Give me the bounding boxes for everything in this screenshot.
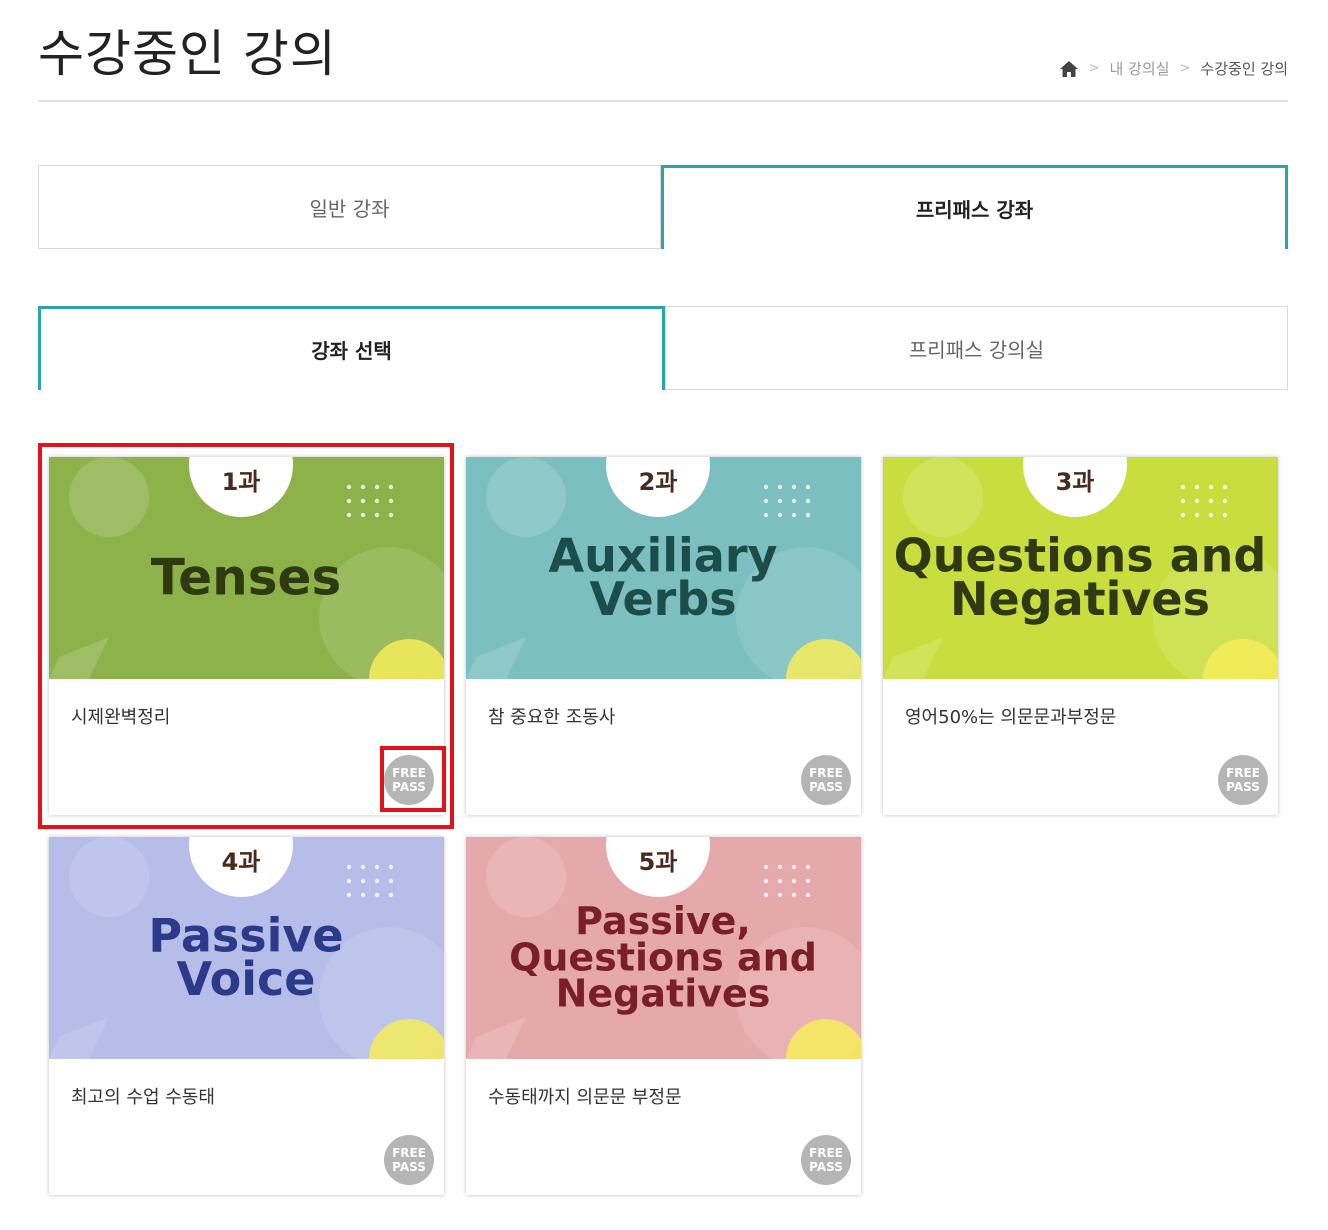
- breadcrumb-my-classroom[interactable]: 내 강의실: [1110, 58, 1170, 79]
- thumbnail-title: Voice: [177, 952, 316, 1006]
- chevron-right-icon: >: [1088, 61, 1100, 76]
- badge-text-top: FREE: [1226, 766, 1260, 780]
- badge-text-top: FREE: [809, 766, 843, 780]
- course-card[interactable]: 1과 Tenses 시제완벽정리 FREE PASS: [49, 457, 444, 815]
- page-title: 수강중인 강의: [38, 25, 337, 83]
- lesson-number: 3과: [1056, 468, 1095, 496]
- course-title[interactable]: 시제완벽정리: [71, 703, 170, 729]
- main-tabs: 일반 강좌 프리패스 강좌: [38, 165, 1288, 249]
- lesson-number: 2과: [639, 468, 678, 496]
- course-thumbnail[interactable]: 5과 Passive, Questions and Negatives: [466, 837, 861, 1059]
- free-pass-badge[interactable]: FREE PASS: [384, 1135, 434, 1185]
- tab-freepass-classroom[interactable]: 프리패스 강의실: [665, 306, 1288, 390]
- chevron-right-icon: >: [1179, 61, 1191, 76]
- lesson-number: 5과: [639, 848, 678, 876]
- home-icon[interactable]: [1059, 60, 1079, 78]
- badge-text-top: FREE: [392, 1146, 426, 1160]
- free-pass-badge[interactable]: FREE PASS: [384, 755, 434, 805]
- free-pass-badge[interactable]: FREE PASS: [801, 755, 851, 805]
- course-card[interactable]: 3과 Questions and Negatives 영어50%는 의문문과부정문 FR…: [883, 457, 1278, 815]
- thumbnail-title: Verbs: [589, 572, 736, 626]
- badge-text-bottom: PASS: [392, 780, 426, 794]
- thumbnail-title: Tenses: [151, 549, 341, 607]
- course-title[interactable]: 수동태까지 의문문 부정문: [488, 1083, 682, 1109]
- badge-text-bottom: PASS: [809, 780, 843, 794]
- course-card[interactable]: 2과 Auxiliary Verbs 참 중요한 조동사 FREE PASS: [466, 457, 861, 815]
- course-thumbnail[interactable]: 1과 Tenses: [49, 457, 444, 679]
- thumbnail-title: Negatives: [556, 971, 771, 1015]
- free-pass-badge[interactable]: FREE PASS: [801, 1135, 851, 1185]
- course-thumbnail[interactable]: 2과 Auxiliary Verbs: [466, 457, 861, 679]
- badge-text-bottom: PASS: [1226, 780, 1260, 794]
- badge-text-bottom: PASS: [392, 1160, 426, 1174]
- course-card[interactable]: 5과 Passive, Questions and Negatives 수동태까지 의문…: [466, 837, 861, 1195]
- lesson-number: 1과: [222, 468, 261, 496]
- course-title[interactable]: 영어50%는 의문문과부정문: [905, 703, 1116, 729]
- course-title[interactable]: 참 중요한 조동사: [488, 703, 615, 729]
- thumbnail-title: Negatives: [950, 572, 1210, 626]
- breadcrumb-current: 수강중인 강의: [1200, 60, 1288, 78]
- badge-text-bottom: PASS: [809, 1160, 843, 1174]
- course-thumbnail[interactable]: 3과 Questions and Negatives: [883, 457, 1278, 679]
- course-card[interactable]: 4과 Passive Voice 최고의 수업 수동태 FREE PASS: [49, 837, 444, 1195]
- sub-tabs: 강좌 선택 프리패스 강의실: [38, 306, 1288, 390]
- badge-text-top: FREE: [392, 766, 426, 780]
- breadcrumb: > 내 강의실 > 수강중인 강의: [1059, 58, 1288, 79]
- title-divider: [38, 100, 1288, 102]
- tab-freepass-courses[interactable]: 프리패스 강좌: [661, 165, 1288, 249]
- tab-course-select[interactable]: 강좌 선택: [38, 306, 665, 390]
- course-title[interactable]: 최고의 수업 수동태: [71, 1083, 215, 1109]
- lesson-number: 4과: [222, 848, 261, 876]
- badge-text-top: FREE: [809, 1146, 843, 1160]
- tab-general-courses[interactable]: 일반 강좌: [38, 165, 661, 249]
- course-thumbnail[interactable]: 4과 Passive Voice: [49, 837, 444, 1059]
- free-pass-badge[interactable]: FREE PASS: [1218, 755, 1268, 805]
